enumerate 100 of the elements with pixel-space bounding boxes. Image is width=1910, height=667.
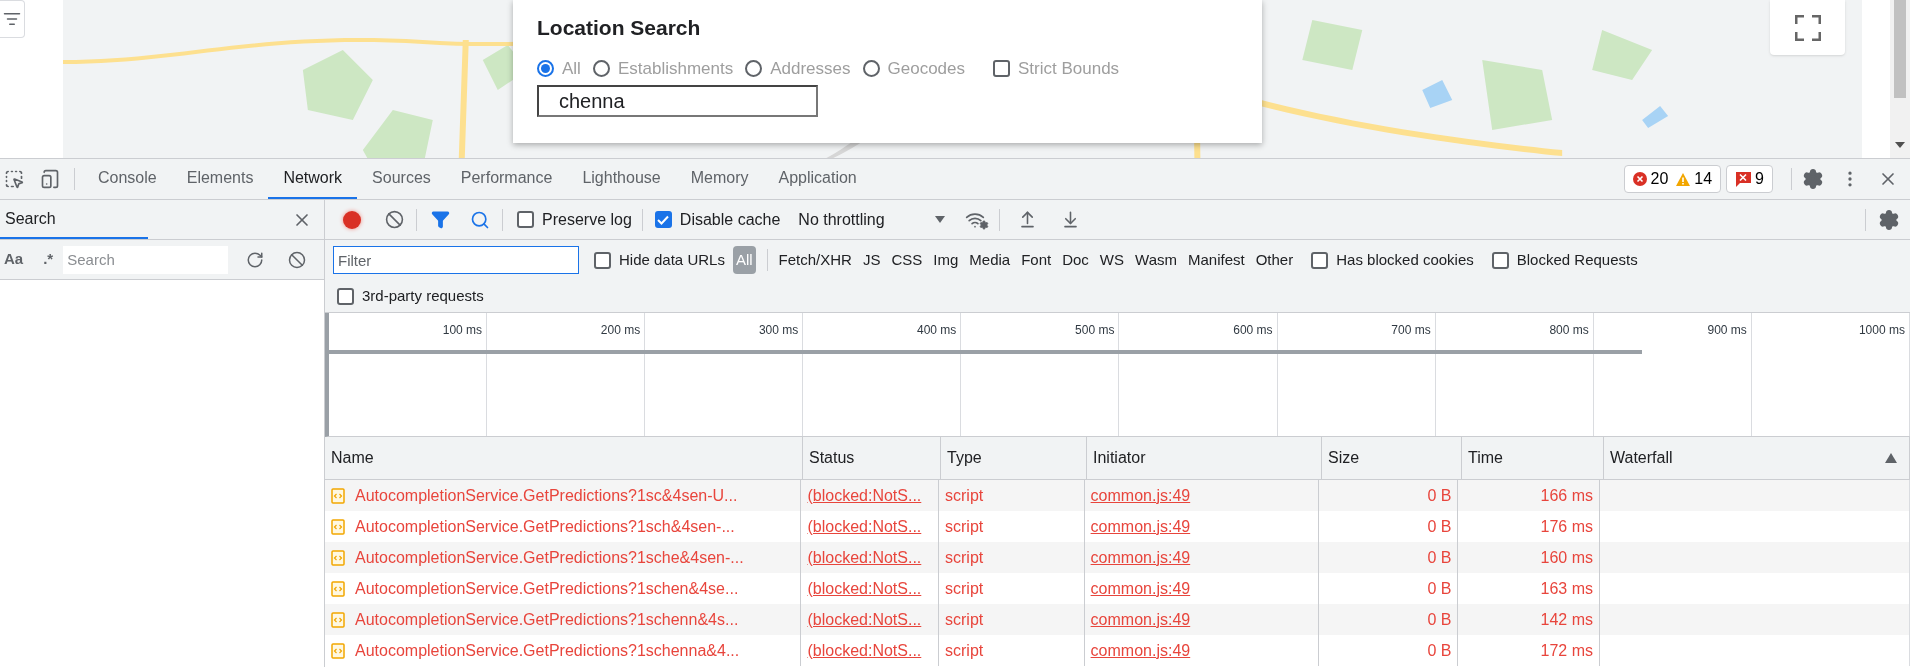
column-header[interactable]: Initiator <box>1087 437 1322 479</box>
devtools-tab[interactable]: Performance <box>445 159 568 199</box>
initiator-link[interactable]: common.js:49 <box>1090 483 1191 508</box>
devtools-tab[interactable]: Lighthouse <box>567 159 676 199</box>
radio-label: All <box>562 57 581 80</box>
resource-type-filter[interactable]: Other <box>1255 246 1294 274</box>
location-input[interactable]: chenna <box>537 85 818 117</box>
request-row[interactable]: AutocompletionService.GetPredictions?1schenn&4s... (blocked:NotS... script common.js:49 0 B 142 ms <box>325 604 1910 635</box>
resource-type-filter[interactable]: Img <box>933 246 959 274</box>
search-field[interactable]: Search <box>63 245 229 274</box>
checkbox-label: Blocked Requests <box>1516 249 1638 270</box>
settings-icon[interactable] <box>1802 168 1824 190</box>
resource-type-filter[interactable]: CSS <box>891 246 923 274</box>
inspect-element-icon[interactable] <box>4 169 24 189</box>
checkbox[interactable] <box>993 59 1010 77</box>
initiator-link[interactable]: common.js:49 <box>1090 514 1191 539</box>
request-status[interactable]: (blocked:NotS... <box>807 514 922 539</box>
request-size: 0 B <box>1427 640 1452 661</box>
request-status[interactable]: (blocked:NotS... <box>807 483 922 508</box>
request-row[interactable]: AutocompletionService.GetPredictions?1sche&4sen-... (blocked:NotS... script common.js:49 0 B 160 ms <box>325 542 1910 573</box>
warning-count: 14 <box>1694 169 1713 189</box>
radio-button[interactable] <box>862 59 880 77</box>
devtools-tab[interactable]: Application <box>763 159 872 199</box>
initiator-link[interactable]: common.js:49 <box>1090 576 1191 601</box>
scroll-down-arrow-icon[interactable] <box>1895 142 1905 150</box>
record-button[interactable] <box>343 210 361 229</box>
filter-lines-button[interactable] <box>0 0 25 38</box>
throttling-dropdown[interactable]: No throttling <box>798 207 945 232</box>
initiator-link[interactable]: common.js:49 <box>1090 607 1191 632</box>
clear-icon[interactable] <box>288 250 307 269</box>
request-type: script <box>945 485 984 506</box>
checkbox-label: Preserve log <box>542 209 632 230</box>
column-header[interactable]: Time <box>1462 437 1604 479</box>
checkbox-label: Strict Bounds <box>1018 57 1120 80</box>
fullscreen-button[interactable] <box>1770 0 1845 55</box>
devtools-tab[interactable]: Sources <box>357 159 446 199</box>
request-status[interactable]: (blocked:NotS... <box>807 576 922 601</box>
timeline-tick-label: 1000 ms <box>1858 322 1906 339</box>
match-case-toggle[interactable]: Aa <box>4 248 24 271</box>
column-header[interactable]: Type <box>941 437 1087 479</box>
settings-icon[interactable] <box>1878 208 1900 231</box>
resource-type-filter[interactable]: Manifest <box>1188 246 1245 274</box>
resource-type-filter[interactable]: JS <box>862 246 881 274</box>
radio-button[interactable] <box>537 59 554 77</box>
request-type: script <box>945 609 984 630</box>
resource-type-filter[interactable]: Font <box>1021 246 1052 274</box>
error-count: 20 <box>1650 169 1669 189</box>
error-icon <box>1632 172 1647 186</box>
devtools-tab[interactable]: Console <box>83 159 172 199</box>
script-file-icon <box>331 580 345 597</box>
column-header[interactable]: Name <box>325 437 803 479</box>
request-status[interactable]: (blocked:NotS... <box>807 607 922 632</box>
filter-field[interactable]: Filter <box>333 246 579 274</box>
request-type: script <box>945 516 984 537</box>
search-icon[interactable] <box>470 209 490 230</box>
resource-type-filter[interactable]: Wasm <box>1135 246 1177 274</box>
request-row[interactable]: AutocompletionService.GetPredictions?1sc&4sen-U... (blocked:NotS... script common.js:49 0 B 166 ms <box>325 480 1910 511</box>
checkbox[interactable] <box>337 287 354 305</box>
checkbox[interactable] <box>654 211 672 228</box>
issues-counter[interactable]: 9 <box>1726 165 1773 193</box>
column-header[interactable]: Waterfall <box>1604 437 1910 479</box>
request-size: 0 B <box>1427 516 1452 537</box>
sort-ascending-icon <box>1885 453 1897 463</box>
devtools-tab[interactable]: Elements <box>171 159 269 199</box>
devtools-tab[interactable]: Memory <box>675 159 764 199</box>
request-name: AutocompletionService.GetPredictions?1sc&4sen-U... <box>355 485 738 506</box>
request-type: script <box>945 547 984 568</box>
refresh-icon[interactable] <box>246 250 265 269</box>
column-header[interactable]: Status <box>803 437 941 479</box>
request-time: 172 ms <box>1540 640 1593 661</box>
request-size: 0 B <box>1427 578 1452 599</box>
request-status[interactable]: (blocked:NotS... <box>807 545 922 570</box>
initiator-link[interactable]: common.js:49 <box>1090 638 1191 663</box>
resource-type-filter[interactable]: Media <box>969 246 1011 274</box>
clear-icon[interactable] <box>385 210 404 229</box>
checkbox[interactable] <box>1311 251 1329 269</box>
script-file-icon <box>331 518 345 535</box>
dropdown-caret-icon <box>934 215 945 224</box>
request-size: 0 B <box>1427 485 1452 506</box>
error-warning-counter[interactable]: 20 14 <box>1623 165 1722 193</box>
checkbox-label: Hide data URLs <box>619 249 725 270</box>
device-toolbar-icon[interactable] <box>40 169 60 189</box>
panel-title: Location Search <box>537 15 702 41</box>
resource-type-filter[interactable]: Fetch/XHR <box>778 246 852 274</box>
timeline-tick-label: 500 ms <box>1075 322 1116 339</box>
request-status[interactable]: (blocked:NotS... <box>807 638 922 663</box>
column-header[interactable]: Size <box>1322 437 1462 479</box>
regex-toggle[interactable]: .* <box>43 248 54 271</box>
checkbox[interactable] <box>517 211 534 228</box>
radio-button[interactable] <box>592 59 610 77</box>
timeline-tick-label: 800 ms <box>1549 322 1590 339</box>
checkbox[interactable] <box>1491 251 1509 269</box>
scrollbar[interactable] <box>1890 0 1910 158</box>
resource-type-filter[interactable]: Doc <box>1062 246 1089 274</box>
checkbox[interactable] <box>594 251 611 269</box>
resource-type-filter[interactable]: WS <box>1099 246 1125 274</box>
timeline-tick-label: 300 ms <box>758 322 800 339</box>
initiator-link[interactable]: common.js:49 <box>1090 545 1191 570</box>
radio-button[interactable] <box>745 59 763 77</box>
filter-icon[interactable] <box>431 210 450 229</box>
